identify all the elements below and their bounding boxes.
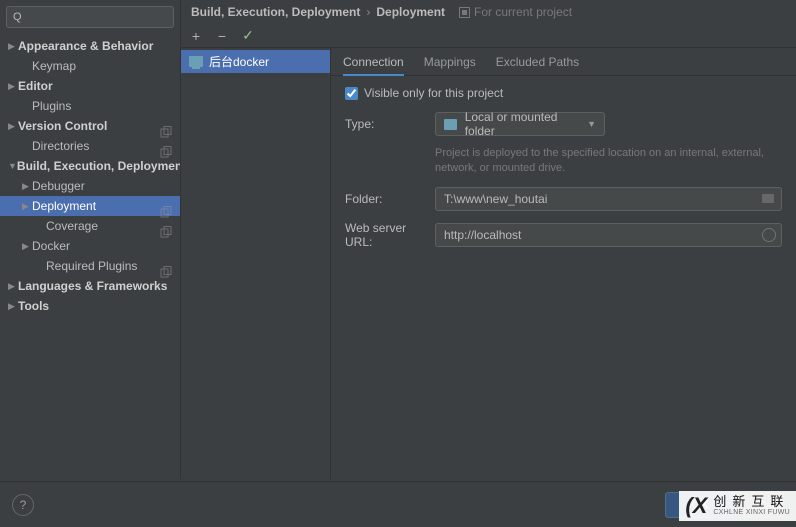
type-label: Type: [345,117,435,131]
sidebar-item-label: Appearance & Behavior [18,39,174,53]
sidebar-item-label: Build, Execution, Deployment [17,159,180,173]
type-value: Local or mounted folder [465,110,579,138]
folder-input[interactable] [435,187,782,211]
sidebar-item-required-plugins[interactable]: Required Plugins [0,256,180,276]
breadcrumb-root: Build, Execution, Deployment [191,5,360,19]
sidebar-item-label: Deployment [32,199,174,213]
server-name: 后台docker [209,53,269,70]
bottom-bar: ? OK Cancel [0,481,796,527]
chevron-down-icon: ▼ [587,119,596,129]
server-list: 后台docker [181,48,331,479]
sidebar-item-directories[interactable]: Directories [0,136,180,156]
expand-arrow-icon[interactable]: ▼ [8,161,17,171]
expand-arrow-icon[interactable]: ▶ [8,81,18,92]
type-dropdown[interactable]: Local or mounted folder ▼ [435,112,605,136]
sidebar-item-label: Docker [32,239,174,253]
expand-arrow-icon[interactable]: ▶ [8,121,18,132]
sidebar-item-coverage[interactable]: Coverage [0,216,180,236]
url-row: Web server URL: [345,221,782,249]
type-row: Type: Local or mounted folder ▼ [345,112,782,136]
connection-form: Visible only for this project Type: Loca… [331,76,796,269]
sidebar-item-label: Languages & Frameworks [18,279,174,293]
watermark-logo: (X [685,493,707,519]
add-server-button[interactable]: + [189,28,203,44]
breadcrumb-scope-label: For current project [474,5,572,19]
remove-server-button[interactable]: − [215,28,229,44]
tab-mappings[interactable]: Mappings [424,55,476,75]
sidebar-item-appearance-behavior[interactable]: ▶Appearance & Behavior [0,36,180,56]
watermark-cn: 创新互联 [713,495,790,509]
deployment-content: 后台docker Connection Mappings Excluded Pa… [181,48,796,479]
expand-arrow-icon[interactable]: ▶ [8,281,18,292]
search-box [6,6,174,28]
main-panel: Build, Execution, Deployment › Deploymen… [181,0,796,479]
expand-arrow-icon[interactable]: ▶ [8,41,18,52]
expand-arrow-icon[interactable]: ▶ [8,301,18,312]
browse-folder-icon[interactable] [762,192,776,206]
sidebar-item-label: Editor [18,79,174,93]
sidebar-item-label: Debugger [32,179,174,193]
sidebar-item-label: Keymap [32,59,174,73]
sidebar-item-debugger[interactable]: ▶Debugger [0,176,180,196]
sidebar-item-keymap[interactable]: Keymap [0,56,180,76]
visible-only-label: Visible only for this project [364,86,503,100]
folder-row: Folder: [345,187,782,211]
expand-arrow-icon[interactable]: ▶ [22,201,32,212]
sidebar-item-label: Required Plugins [46,259,174,273]
expand-arrow-icon[interactable]: ▶ [22,181,32,192]
sidebar-item-label: Version Control [18,119,174,133]
set-default-button[interactable]: ✓ [241,27,255,44]
watermark-en: CXHLNE XINXI FUWU [713,509,790,517]
expand-arrow-icon[interactable]: ▶ [22,241,32,252]
tabs: Connection Mappings Excluded Paths [331,48,796,76]
sidebar-item-label: Tools [18,299,174,313]
sidebar-item-build-execution-deployment[interactable]: ▼Build, Execution, Deployment [0,156,180,176]
server-panel: Connection Mappings Excluded Paths Visib… [331,48,796,479]
folder-icon [444,119,457,130]
deployment-toolbar: + − ✓ [181,24,796,48]
sidebar-item-label: Plugins [32,99,174,113]
settings-tree: ▶Appearance & BehaviorKeymap▶EditorPlugi… [0,36,180,479]
sidebar-item-editor[interactable]: ▶Editor [0,76,180,96]
sidebar-item-label: Directories [32,139,174,153]
project-scope-icon [459,7,470,18]
sidebar-item-version-control[interactable]: ▶Version Control [0,116,180,136]
search-input[interactable] [6,6,174,28]
sidebar-item-deployment[interactable]: ▶Deployment [0,196,180,216]
folder-label: Folder: [345,192,435,206]
url-input[interactable] [435,223,782,247]
settings-sidebar: ▶Appearance & BehaviorKeymap▶EditorPlugi… [0,0,181,479]
server-icon [189,56,203,67]
breadcrumb: Build, Execution, Deployment › Deploymen… [181,0,796,24]
breadcrumb-current: Deployment [376,5,445,19]
server-item[interactable]: 后台docker [181,50,330,73]
globe-icon[interactable] [762,228,776,242]
tab-excluded[interactable]: Excluded Paths [496,55,579,75]
help-button[interactable]: ? [12,494,34,516]
breadcrumb-separator: › [366,5,370,19]
sidebar-item-docker[interactable]: ▶Docker [0,236,180,256]
visible-only-checkbox[interactable] [345,87,358,100]
breadcrumb-scope: For current project [459,5,572,19]
sidebar-item-tools[interactable]: ▶Tools [0,296,180,316]
type-hint: Project is deployed to the specified loc… [435,146,765,177]
tab-connection[interactable]: Connection [343,55,404,76]
sidebar-item-plugins[interactable]: Plugins [0,96,180,116]
sidebar-item-languages-frameworks[interactable]: ▶Languages & Frameworks [0,276,180,296]
visible-only-row[interactable]: Visible only for this project [345,86,782,100]
sidebar-item-label: Coverage [46,219,174,233]
url-label: Web server URL: [345,221,435,249]
watermark: (X 创新互联 CXHLNE XINXI FUWU [679,491,796,521]
